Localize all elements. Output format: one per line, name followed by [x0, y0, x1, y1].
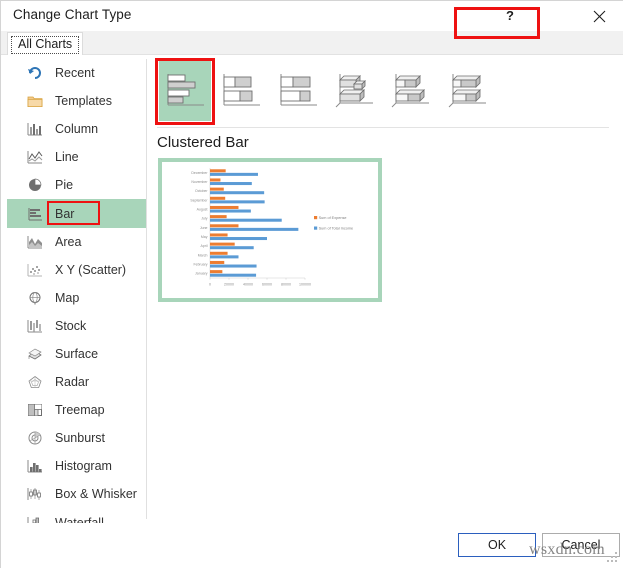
- svg-text:February: February: [193, 263, 207, 267]
- scatter-icon: [25, 261, 45, 279]
- subtype-stacked-bar[interactable]: [215, 61, 267, 121]
- chart-preview: 0 20000 40000 60000 80000 100000 January Februa…: [190, 168, 354, 287]
- sidebar-item-templates[interactable]: Templates: [7, 87, 146, 115]
- svg-text:?: ?: [506, 9, 514, 23]
- subtype-clustered-bar[interactable]: [155, 58, 215, 125]
- sidebar-item-label: Area: [55, 234, 82, 249]
- chart-category-sidebar: Recent Templates Column Line Pie Bar Are…: [7, 59, 147, 558]
- pie-icon: [25, 176, 45, 194]
- svg-text:October: October: [195, 189, 208, 193]
- svg-text:March: March: [198, 253, 208, 257]
- resize-grip[interactable]: [607, 552, 619, 564]
- chart-preview-frame[interactable]: 0 20000 40000 60000 80000 100000 January Februa…: [158, 158, 382, 302]
- sidebar-item-scatter[interactable]: X Y (Scatter): [7, 256, 146, 284]
- dialog-footer: OK Cancel: [1, 523, 623, 568]
- ok-button[interactable]: OK: [458, 533, 536, 557]
- recent-icon: [25, 64, 45, 82]
- map-icon: [25, 289, 45, 307]
- svg-text:April: April: [200, 244, 207, 248]
- subtype-3d-100-stacked-bar[interactable]: [442, 61, 494, 121]
- help-icon[interactable]: ?: [498, 5, 524, 27]
- svg-text:July: July: [201, 217, 207, 221]
- close-icon[interactable]: [586, 5, 612, 27]
- sidebar-item-label: Surface: [55, 346, 99, 361]
- sidebar-item-label: Line: [55, 150, 79, 165]
- treemap-icon: [25, 401, 45, 419]
- sidebar-item-histogram[interactable]: Histogram: [7, 452, 146, 480]
- templates-icon: [25, 92, 45, 110]
- svg-text:September: September: [190, 198, 208, 202]
- bar-icon: [25, 205, 45, 223]
- sidebar-item-stock[interactable]: Stock: [7, 312, 146, 340]
- surface-icon: [25, 345, 45, 363]
- dialog-title: Change Chart Type: [13, 7, 132, 22]
- sidebar-item-label: Stock: [55, 318, 87, 333]
- sidebar-item-box-whisker[interactable]: Box & Whisker: [7, 480, 146, 508]
- svg-text:Sum of Expense: Sum of Expense: [319, 216, 347, 220]
- sunburst-icon: [25, 429, 45, 447]
- svg-text:December: December: [191, 171, 208, 175]
- svg-text:0: 0: [209, 283, 211, 287]
- tab-all-charts[interactable]: All Charts: [7, 32, 84, 55]
- subtype-100-stacked-bar[interactable]: [272, 61, 324, 121]
- sidebar-item-recent[interactable]: Recent: [7, 59, 146, 87]
- stock-icon: [25, 317, 45, 335]
- sidebar-item-surface[interactable]: Surface: [7, 340, 146, 368]
- gallery-divider: [157, 127, 609, 128]
- sidebar-item-bar[interactable]: Bar: [7, 199, 146, 228]
- svg-text:20000: 20000: [224, 283, 234, 287]
- preview-title: Clustered Bar: [157, 134, 249, 151]
- svg-text:November: November: [191, 180, 208, 184]
- svg-text:June: June: [200, 226, 208, 230]
- sidebar-item-label: X Y (Scatter): [55, 262, 127, 277]
- svg-text:60000: 60000: [262, 283, 272, 287]
- sidebar-item-label: Recent: [55, 66, 95, 81]
- box-whisker-icon: [25, 485, 45, 503]
- svg-text:Sum of Total Income: Sum of Total Income: [319, 227, 354, 231]
- histogram-icon: [25, 457, 45, 475]
- sidebar-item-label: Histogram: [55, 459, 112, 474]
- sidebar-item-label: Map: [55, 290, 80, 305]
- sidebar-item-line[interactable]: Line: [7, 143, 146, 171]
- subtype-3d-stacked-bar[interactable]: [385, 61, 437, 121]
- sidebar-item-label: Pie: [55, 178, 74, 193]
- sidebar-item-area[interactable]: Area: [7, 228, 146, 256]
- sidebar-item-column[interactable]: Column: [7, 115, 146, 143]
- tab-all-charts-label: All Charts: [18, 37, 73, 51]
- svg-text:May: May: [201, 235, 208, 239]
- line-icon: [25, 148, 45, 166]
- svg-text:80000: 80000: [281, 283, 291, 287]
- sidebar-item-map[interactable]: Map: [7, 284, 146, 312]
- sidebar-item-treemap[interactable]: Treemap: [7, 396, 146, 424]
- sidebar-item-label: Templates: [55, 94, 112, 109]
- chart-subtype-gallery: [155, 58, 612, 125]
- column-icon: [25, 120, 45, 138]
- dialog-body: Recent Templates Column Line Pie Bar Are…: [1, 55, 623, 558]
- change-chart-type-dialog: Change Chart Type ? All Charts Recent Te…: [0, 0, 623, 568]
- svg-text:August: August: [197, 208, 208, 212]
- sidebar-item-label: Sunburst: [55, 431, 106, 446]
- subtype-3d-clustered-bar[interactable]: [329, 61, 381, 121]
- sidebar-item-sunburst[interactable]: Sunburst: [7, 424, 146, 452]
- sidebar-item-label: Column: [55, 122, 99, 137]
- svg-text:40000: 40000: [243, 283, 253, 287]
- svg-text:100000: 100000: [299, 283, 311, 287]
- area-icon: [25, 233, 45, 251]
- sidebar-item-label: Treemap: [55, 403, 105, 418]
- sidebar-item-label: Radar: [55, 375, 90, 390]
- sidebar-item-radar[interactable]: Radar: [7, 368, 146, 396]
- sidebar-item-pie[interactable]: Pie: [7, 171, 146, 199]
- sidebar-item-label: Bar: [55, 206, 75, 221]
- dialog-titlebar: Change Chart Type ?: [1, 1, 623, 31]
- svg-text:January: January: [195, 272, 208, 276]
- radar-icon: [25, 373, 45, 391]
- tab-strip: All Charts: [1, 31, 623, 55]
- sidebar-item-label: Box & Whisker: [55, 487, 137, 502]
